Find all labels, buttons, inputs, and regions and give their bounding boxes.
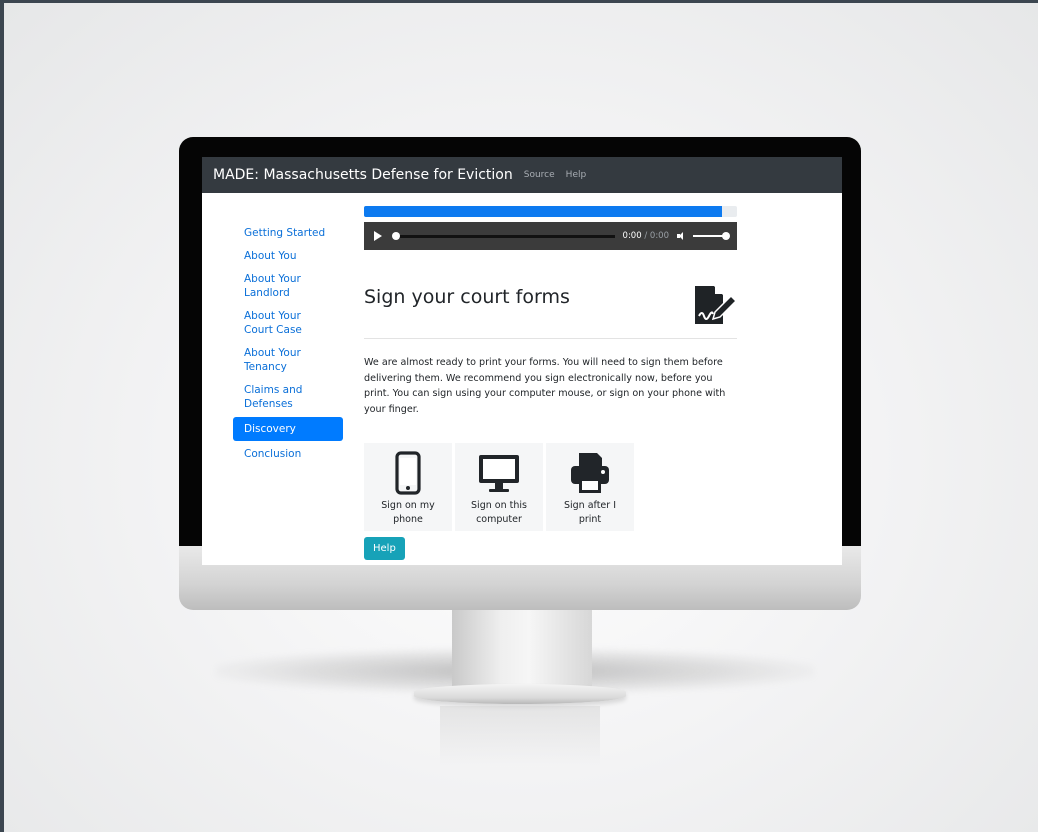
sidebar-item-discovery[interactable]: Discovery [233, 417, 343, 441]
stand-reflection [440, 706, 600, 766]
page-title: Sign your court forms [364, 286, 570, 308]
option-sign-after-print[interactable]: Sign after I print [546, 443, 634, 532]
help-button[interactable]: Help [364, 537, 405, 561]
sidebar: Getting Started About You About Your Lan… [233, 223, 343, 467]
sidebar-item-about-you[interactable]: About You [233, 246, 343, 266]
screen: MADE: Massachusetts Defense for Eviction… [202, 157, 842, 565]
desktop-computer-icon [479, 455, 519, 493]
volume-icon[interactable] [677, 232, 685, 240]
signature-icon [695, 284, 737, 324]
nav-link-help[interactable]: Help [566, 170, 587, 180]
sidebar-item-conclusion[interactable]: Conclusion [233, 444, 343, 464]
printer-icon [571, 453, 609, 494]
sidebar-item-claims-and-defenses[interactable]: Claims and Defenses [233, 380, 343, 414]
audio-time-separator: / [641, 231, 650, 241]
option-sign-on-phone[interactable]: Sign on my phone [364, 443, 452, 532]
page-header: Sign your court forms [364, 284, 737, 339]
sign-options: Sign on my phone Sign on this computer S… [364, 443, 737, 532]
audio-current-time: 0:00 [622, 231, 642, 241]
main-content: 0:00 / 0:00 Sign your court forms We are… [364, 206, 737, 561]
audio-player: 0:00 / 0:00 [364, 222, 737, 250]
volume-knob[interactable] [722, 232, 730, 240]
option-label: Sign on my phone [381, 500, 435, 526]
brand-title[interactable]: MADE: Massachusetts Defense for Eviction [213, 167, 513, 183]
mobile-phone-icon [395, 451, 421, 495]
seek-knob[interactable] [392, 231, 400, 240]
progress-bar [364, 206, 737, 217]
intro-text: We are almost ready to print your forms.… [364, 357, 726, 415]
audio-seek-bar[interactable] [392, 231, 615, 240]
monitor-stand-base [414, 684, 626, 704]
monitor-stand [452, 608, 592, 688]
audio-time: 0:00 / 0:00 [623, 231, 669, 241]
play-icon[interactable] [374, 231, 382, 241]
audio-duration: 0:00 [649, 231, 669, 241]
nav-link-source[interactable]: Source [524, 170, 555, 180]
option-sign-on-computer[interactable]: Sign on this computer [455, 443, 543, 532]
volume-slider[interactable] [693, 232, 730, 240]
sidebar-item-about-your-tenancy[interactable]: About Your Tenancy [233, 343, 343, 377]
sidebar-item-getting-started[interactable]: Getting Started [233, 223, 343, 243]
sidebar-item-about-your-court-case[interactable]: About Your Court Case [233, 306, 343, 340]
option-label: Sign after I print [563, 500, 617, 526]
sidebar-item-about-your-landlord[interactable]: About Your Landlord [233, 269, 343, 303]
option-label: Sign on this computer [471, 500, 527, 526]
progress-bar-fill [364, 206, 723, 217]
navbar: MADE: Massachusetts Defense for Eviction… [202, 157, 842, 193]
